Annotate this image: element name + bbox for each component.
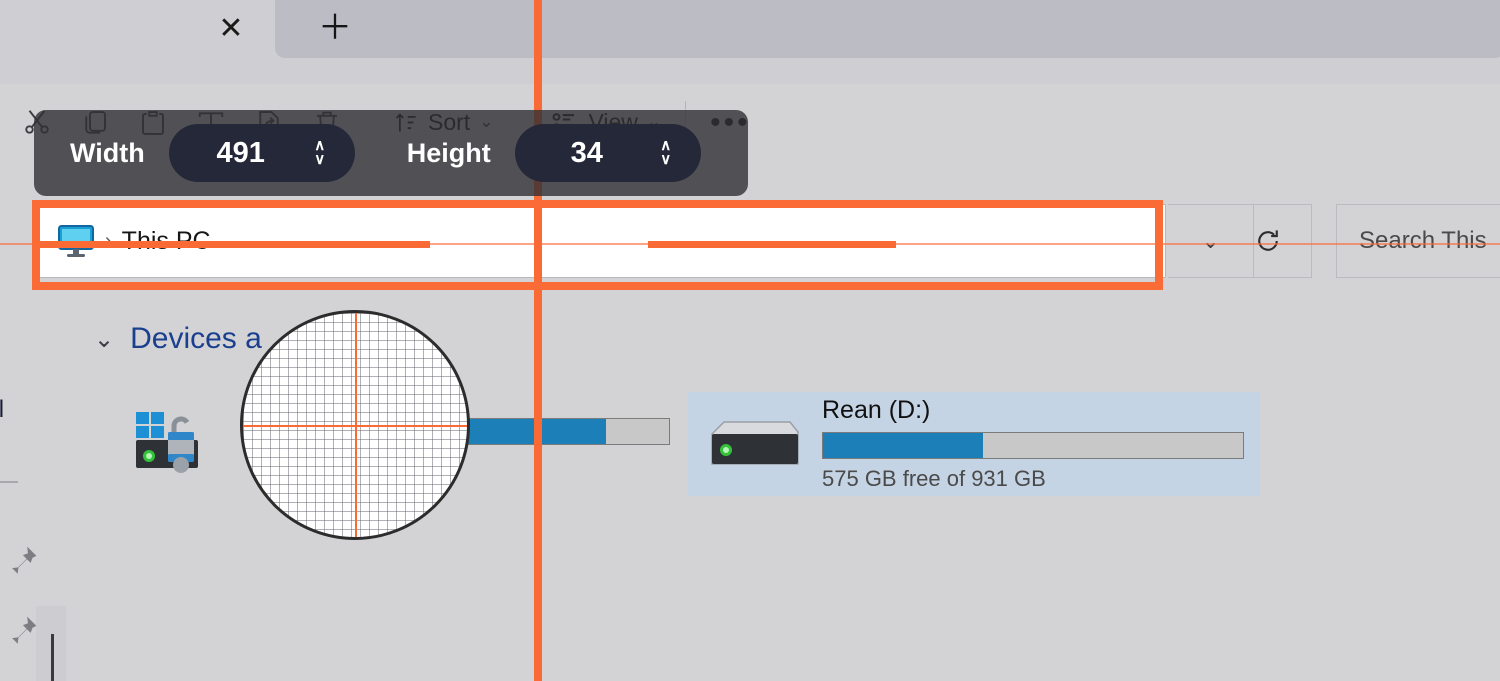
size-readout-panel: Width 491 ∧ ∨ Height 34 ∧ ∨ — [34, 110, 748, 196]
vertical-guide-line — [534, 0, 542, 681]
search-input[interactable]: Search This — [1336, 204, 1500, 278]
close-tab-button[interactable]: ✕ — [205, 6, 257, 52]
pane-resize-handle[interactable] — [51, 634, 54, 681]
drive-tile[interactable]: Rean (D:) 575 GB free of 931 GB — [688, 392, 1260, 496]
sidebar-item-personal[interactable]: nal — [0, 396, 4, 424]
chevron-down-icon[interactable]: ∨ — [660, 152, 671, 167]
width-label: Width — [70, 137, 145, 168]
file-explorer-window: ✕ ＋ ⌄ Search This l ⌄ Devices a Rean (D:… — [0, 0, 1500, 681]
selection-rectangle[interactable] — [32, 200, 1163, 290]
windows-bitlocker-drive-icon — [130, 410, 226, 478]
tab-strip: ✕ ＋ — [0, 0, 1500, 84]
refresh-button[interactable] — [1224, 204, 1312, 278]
pin-icon — [0, 541, 42, 583]
group-title: Devices a — [130, 322, 262, 355]
new-tab-button[interactable]: ＋ — [308, 4, 362, 52]
chevron-down-icon: ⌄ — [1201, 229, 1220, 253]
width-value: 491 — [216, 136, 265, 169]
search-placeholder: Search This — [1359, 227, 1487, 254]
magnifier-loupe — [240, 310, 470, 540]
width-stepper[interactable]: ∧ ∨ — [307, 138, 333, 167]
loupe-crosshair-vertical — [355, 313, 357, 537]
active-tab[interactable] — [275, 0, 1500, 58]
drive-info: Rean (D:) 575 GB free of 931 GB — [822, 396, 1244, 492]
refresh-icon — [1257, 230, 1278, 251]
drive-usage-bar — [822, 432, 1244, 459]
width-field[interactable]: 491 ∧ ∨ — [168, 124, 355, 182]
height-value: 34 — [570, 136, 603, 169]
group-header-devices-and-drives[interactable]: ⌄ Devices a — [94, 322, 262, 356]
chevron-down-icon[interactable]: ∨ — [314, 152, 325, 167]
height-stepper[interactable]: ∧ ∨ — [653, 138, 679, 167]
drive-free-text: 575 GB free of 931 GB — [822, 466, 1046, 491]
height-label: Height — [406, 137, 491, 168]
sidebar-divider — [0, 481, 18, 483]
height-field[interactable]: 34 ∧ ∨ — [514, 124, 701, 182]
hard-drive-icon — [704, 410, 800, 478]
drive-name: Rean (D:) — [822, 396, 931, 424]
chevron-down-icon[interactable]: ⌄ — [94, 325, 114, 354]
